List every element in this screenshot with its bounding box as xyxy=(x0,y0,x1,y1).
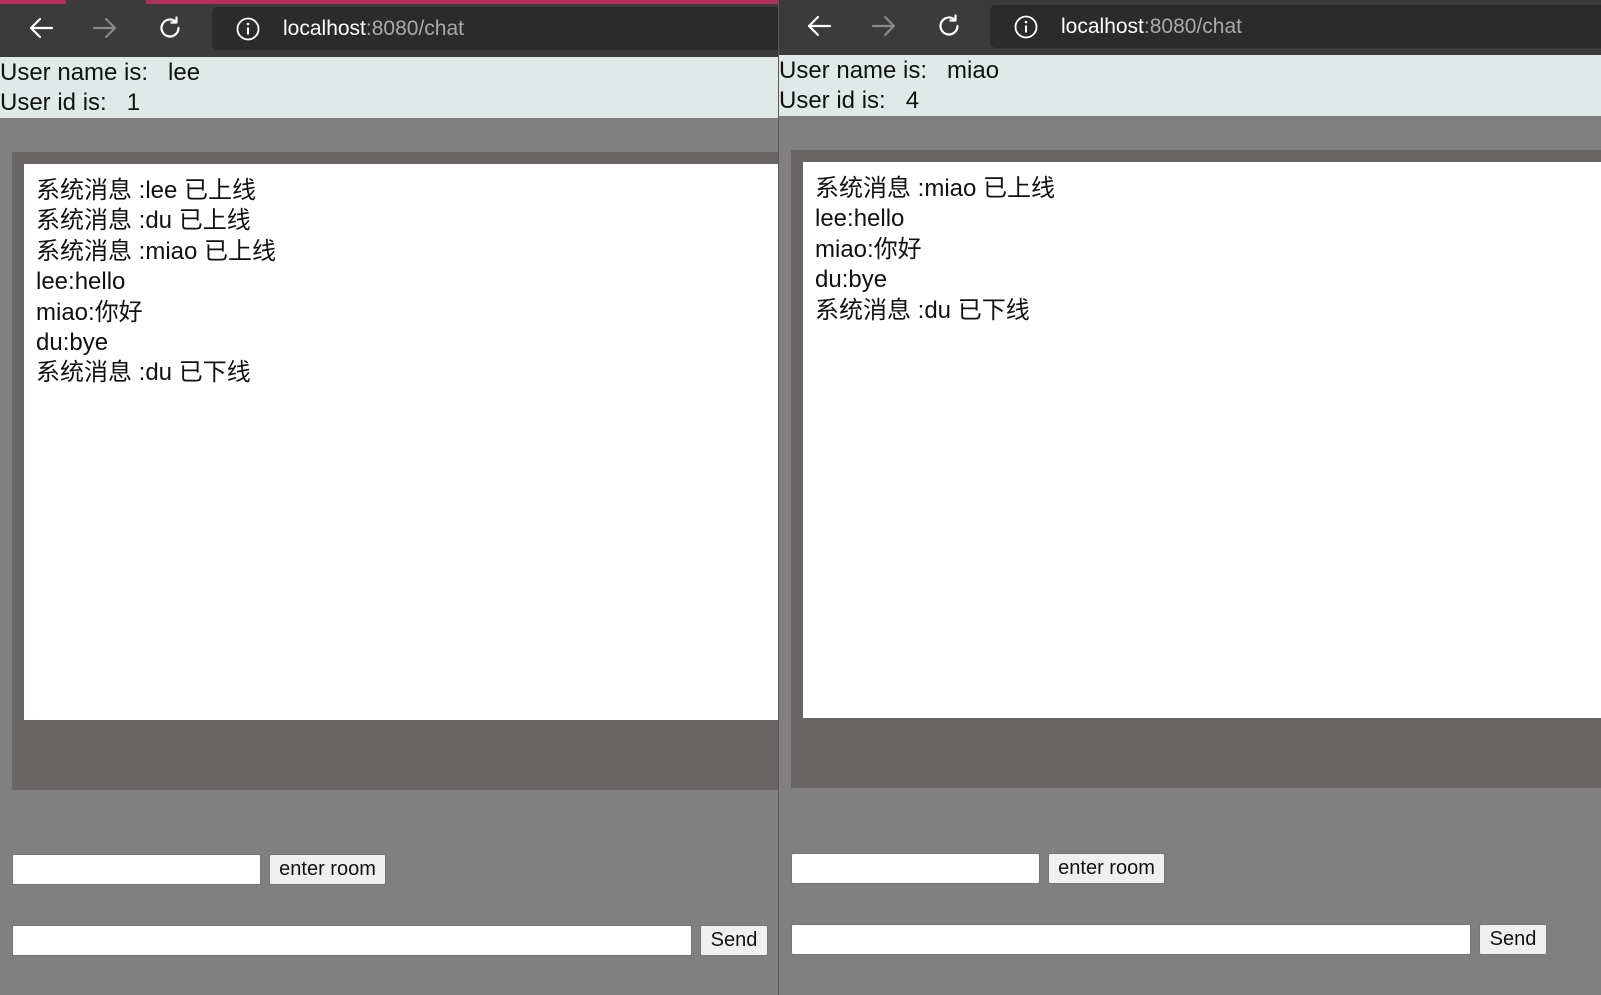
message-item: 系统消息 :du 已下线 xyxy=(36,359,251,387)
reload-icon xyxy=(157,15,183,41)
url-path: :8080/chat xyxy=(1143,14,1242,38)
message-item: 系统消息 :miao 已上线 xyxy=(815,175,1056,202)
user-id-label: User id is: xyxy=(779,87,906,114)
reload-button[interactable] xyxy=(151,9,189,47)
browser-window-miao: localhost:8080/chat User name is: miao U… xyxy=(779,0,1601,995)
message-item: 系统消息 :miao 已上线 xyxy=(36,237,277,265)
message-list[interactable]: 系统消息 :miao 已上线 lee:hello miao:你好 du:bye … xyxy=(803,162,1601,718)
forward-arrow-icon xyxy=(92,17,118,39)
room-input[interactable] xyxy=(12,854,261,885)
user-id-line: User id is: 1 xyxy=(0,89,140,117)
user-info-bar: User name is: miao User id is: 4 xyxy=(779,55,1601,116)
chat-panel: 系统消息 :miao 已上线 lee:hello miao:你好 du:bye … xyxy=(791,150,1601,788)
message-item: 系统消息 :lee 已上线 xyxy=(36,177,257,204)
address-bar[interactable]: localhost:8080/chat xyxy=(990,5,1601,48)
user-name-line: User name is: lee xyxy=(0,59,200,87)
message-input[interactable] xyxy=(791,924,1471,955)
url-text: localhost:8080/chat xyxy=(1061,15,1242,39)
forward-button[interactable] xyxy=(86,9,124,47)
user-name-line: User name is: miao xyxy=(779,57,999,85)
user-id-label: User id is: xyxy=(0,89,127,116)
info-icon[interactable] xyxy=(236,17,260,41)
user-id-line: User id is: 4 xyxy=(779,87,919,115)
room-input[interactable] xyxy=(791,853,1040,884)
message-input[interactable] xyxy=(12,925,692,956)
message-item: miao:你好 xyxy=(36,298,143,326)
enter-room-button[interactable]: enter room xyxy=(269,854,386,885)
user-name-value: lee xyxy=(168,59,201,86)
send-button[interactable]: Send xyxy=(700,925,768,956)
browser-toolbar: localhost:8080/chat xyxy=(0,0,778,57)
tab-accent xyxy=(0,0,66,4)
message-item: lee:hello xyxy=(36,268,126,296)
message-item: 系统消息 :du 已下线 xyxy=(815,296,1030,324)
send-button[interactable]: Send xyxy=(1479,924,1547,955)
user-info-bar: User name is: lee User id is: 1 xyxy=(0,57,778,118)
chat-panel: 系统消息 :lee 已上线 系统消息 :du 已上线 系统消息 :miao 已上… xyxy=(12,152,778,790)
url-host: localhost xyxy=(283,16,366,40)
url-host: localhost xyxy=(1061,14,1144,38)
url-text: localhost:8080/chat xyxy=(283,17,464,41)
message-item: miao:你好 xyxy=(815,235,922,263)
info-icon[interactable] xyxy=(1014,15,1038,39)
reload-icon xyxy=(936,13,962,39)
back-button[interactable] xyxy=(22,9,60,47)
back-arrow-icon xyxy=(806,15,832,37)
browser-window-lee: localhost:8080/chat User name is: lee Us… xyxy=(0,0,778,995)
message-item: du:bye xyxy=(815,266,888,294)
enter-room-button[interactable]: enter room xyxy=(1048,853,1165,884)
user-name-label: User name is: xyxy=(0,59,169,86)
back-arrow-icon xyxy=(28,17,54,39)
user-name-value: miao xyxy=(947,57,1000,84)
forward-arrow-icon xyxy=(871,15,897,37)
browser-toolbar: localhost:8080/chat xyxy=(779,0,1601,55)
forward-button[interactable] xyxy=(865,7,903,45)
message-item: du:bye xyxy=(36,329,109,357)
tab-accent xyxy=(146,0,778,4)
message-item: 系统消息 :du 已上线 xyxy=(36,207,251,235)
url-path: :8080/chat xyxy=(365,16,464,40)
user-name-label: User name is: xyxy=(779,57,948,84)
user-id-value: 4 xyxy=(905,87,920,114)
user-id-value: 1 xyxy=(126,89,141,116)
back-button[interactable] xyxy=(800,7,838,45)
address-bar[interactable]: localhost:8080/chat xyxy=(212,7,778,50)
reload-button[interactable] xyxy=(930,7,968,45)
message-item: lee:hello xyxy=(815,205,905,233)
message-list[interactable]: 系统消息 :lee 已上线 系统消息 :du 已上线 系统消息 :miao 已上… xyxy=(24,164,778,720)
